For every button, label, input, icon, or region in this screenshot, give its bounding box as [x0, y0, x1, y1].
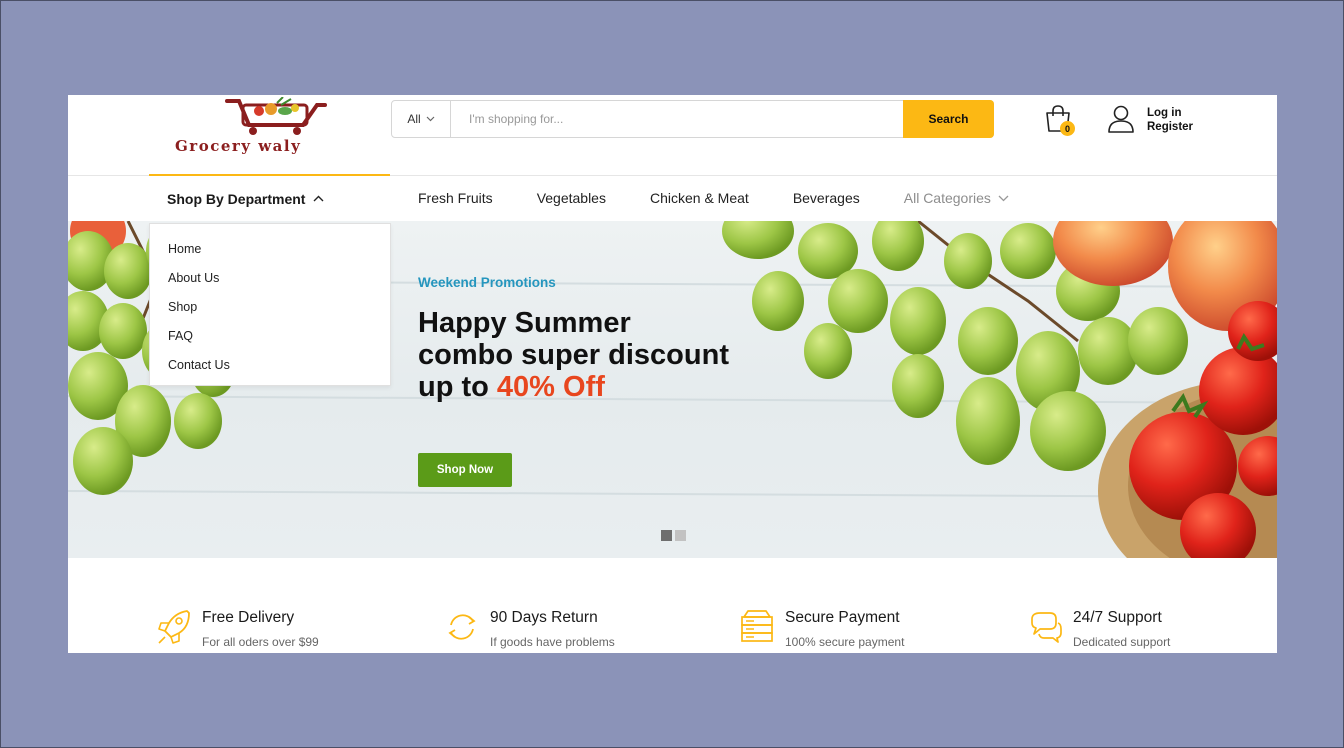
user-icon — [1108, 105, 1134, 133]
chevron-down-icon — [998, 195, 1009, 201]
feature-title: Free Delivery — [202, 609, 295, 626]
carousel-dot-2[interactable] — [675, 530, 686, 541]
feature-subtitle: For all oders over $99 — [202, 635, 319, 649]
headline-line-1: Happy Summer — [418, 307, 631, 339]
menu-item-about-us[interactable]: About Us — [150, 268, 390, 297]
nav-link-chicken-meat[interactable]: Chicken & Meat — [650, 190, 749, 206]
brand-name: Grocery waly — [175, 137, 302, 155]
search-category-value: All — [407, 112, 421, 126]
site-header: Grocery waly All Search 0 — [68, 95, 1277, 175]
search-button[interactable]: Search — [903, 100, 994, 138]
category-links: Fresh Fruits Vegetables Chicken & Meat B… — [418, 176, 1053, 220]
rocket-icon — [158, 610, 190, 644]
cart-count-badge: 0 — [1060, 121, 1075, 136]
chat-bubbles-icon — [1031, 612, 1062, 643]
menu-item-contact-us[interactable]: Contact Us — [150, 355, 390, 384]
nav-link-beverages[interactable]: Beverages — [793, 190, 860, 206]
headline-line-2: combo super discount — [418, 339, 729, 371]
department-dropdown-menu: Home About Us Shop FAQ Contact Us — [149, 223, 391, 386]
brand-logo[interactable]: Grocery waly — [173, 97, 363, 157]
register-link[interactable]: Register — [1147, 120, 1193, 134]
account-text: Log in Register — [1147, 106, 1193, 134]
discount-highlight: 40% Off — [496, 371, 605, 403]
chevron-up-icon — [313, 195, 324, 202]
grocery-store-page: Grocery waly All Search 0 — [68, 95, 1277, 653]
feature-title: 90 Days Return — [490, 609, 598, 626]
menu-item-shop[interactable]: Shop — [150, 297, 390, 326]
feature-title: Secure Payment — [785, 609, 900, 626]
carousel-dot-1[interactable] — [661, 530, 672, 541]
all-categories-dropdown[interactable]: All Categories — [904, 190, 1009, 206]
search-bar: All Search — [391, 100, 994, 138]
login-link[interactable]: Log in — [1147, 106, 1193, 120]
cart-button[interactable]: 0 — [1043, 104, 1077, 138]
account-link[interactable]: Log in Register — [1106, 104, 1206, 136]
feature-subtitle: Dedicated support — [1073, 635, 1171, 649]
all-categories-label: All Categories — [903, 190, 991, 206]
search-category-select[interactable]: All — [392, 101, 451, 137]
headline-line-3-prefix: up to — [418, 371, 489, 403]
search-input[interactable] — [452, 101, 902, 137]
feature-subtitle: 100% secure payment — [785, 635, 905, 649]
cart-logo-icon — [225, 97, 327, 135]
shop-by-department-toggle[interactable]: Shop By Department — [149, 174, 390, 221]
menu-item-faq[interactable]: FAQ — [150, 326, 390, 355]
department-label: Shop By Department — [167, 190, 306, 207]
promo-tag: Weekend Promotions — [418, 275, 556, 290]
nav-link-vegetables[interactable]: Vegetables — [537, 190, 606, 206]
features-strip: Free Delivery For all oders over $99 90 … — [68, 558, 1277, 653]
hero-headline: Happy Summer combo super discount up to … — [418, 307, 838, 403]
feature-title: 24/7 Support — [1073, 609, 1162, 626]
headline-line-3: up to 40% Off — [418, 371, 838, 403]
shop-now-button[interactable]: Shop Now — [418, 453, 512, 487]
chevron-down-icon — [426, 116, 435, 122]
carousel-dots — [661, 530, 686, 541]
main-nav: Shop By Department Fresh Fruits Vegetabl… — [68, 174, 1277, 221]
feature-subtitle: If goods have problems — [490, 635, 615, 649]
nav-link-fresh-fruits[interactable]: Fresh Fruits — [418, 190, 493, 206]
menu-item-home[interactable]: Home — [150, 239, 390, 268]
return-arrows-icon — [448, 614, 476, 640]
server-payment-icon — [741, 610, 773, 642]
